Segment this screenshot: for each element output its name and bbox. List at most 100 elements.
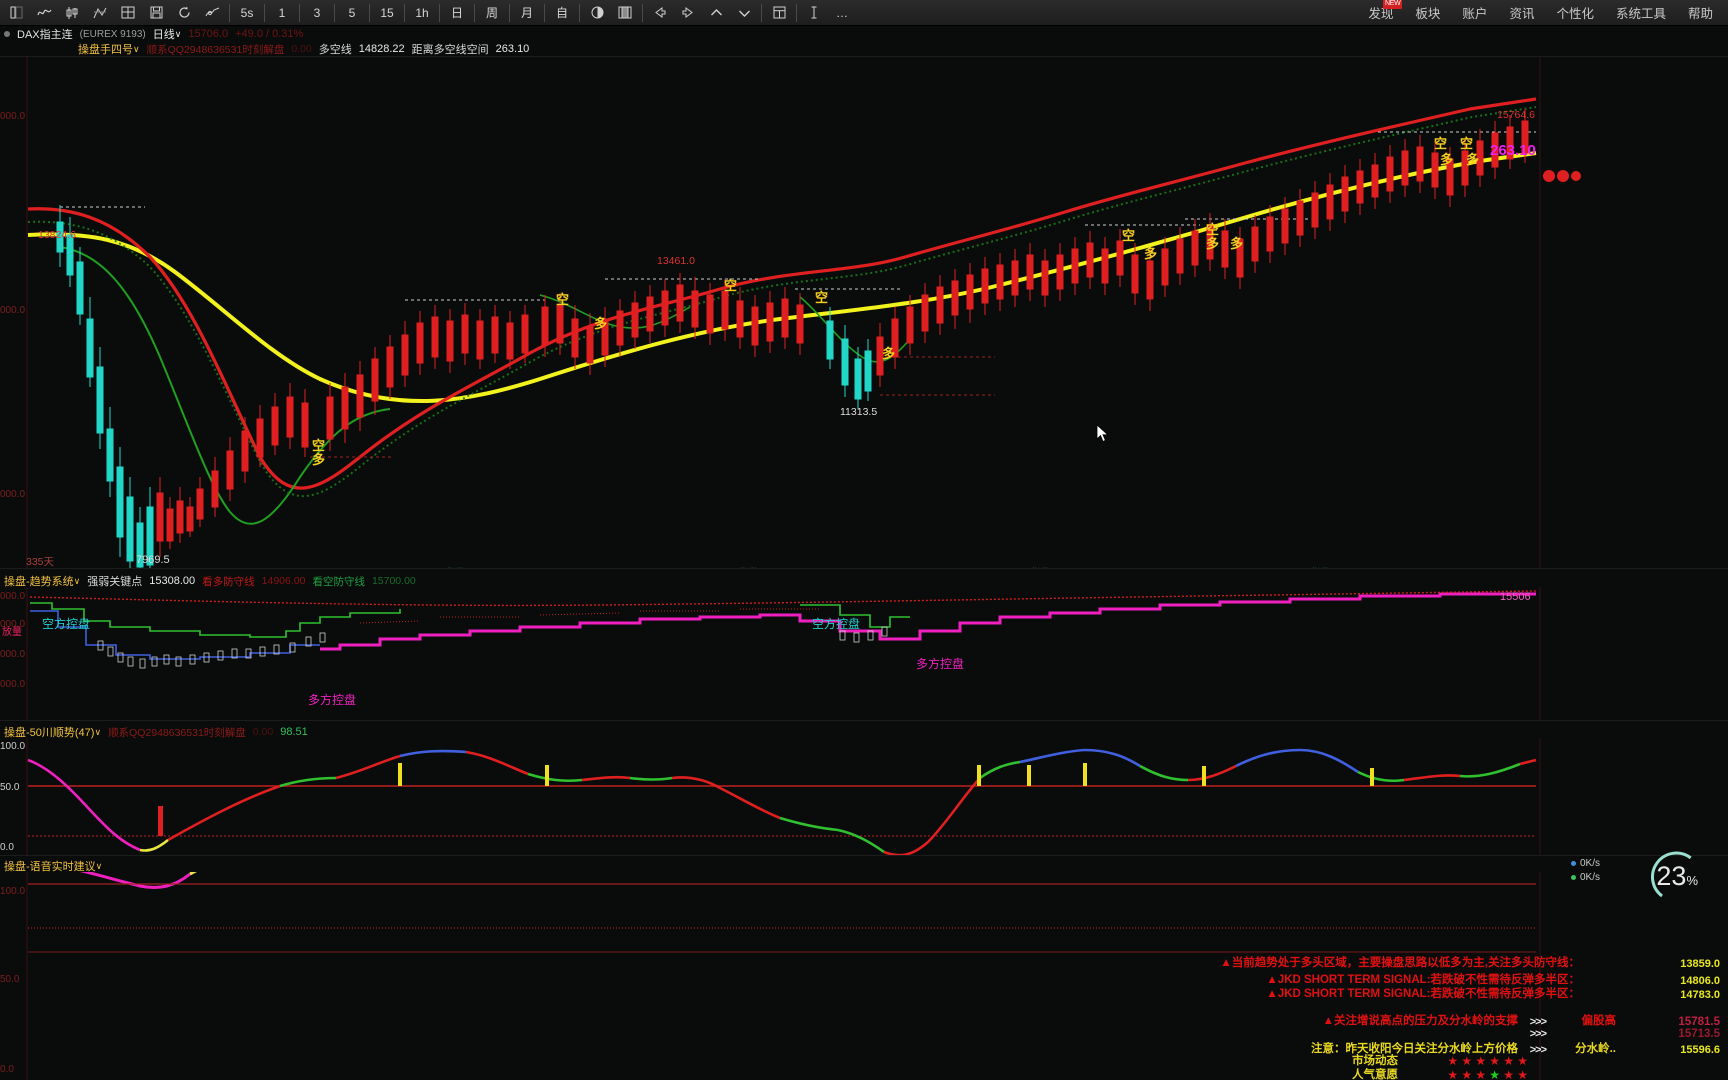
compare-icon[interactable] [199,1,225,25]
indicator-icon[interactable] [87,1,113,25]
rating-stars-1: ★ ★ ★ ★ ★ ★ [1447,1068,1528,1080]
svg-text:50.0: 50.0 [0,782,20,793]
chevron-down-icon: ∨ [73,576,81,586]
duokong-line-value: 14828.22 [358,43,405,55]
next-icon[interactable] [675,1,701,25]
indicator-vendor-value: 0.00 [291,43,312,55]
star-icon: ★ [1447,1054,1459,1068]
network-download-value: 0K/s [1579,871,1600,883]
period-15min[interactable]: 15 [374,1,400,25]
network-upload-value: 0K/s [1579,857,1600,869]
svg-text:000.0: 000.0 [0,489,25,500]
period-5min[interactable]: 5 [339,1,365,25]
main-toolbar: 5s 1 3 5 15 1h 日 周 月 自 … 发现 NEW 板块 账户 资讯… [0,0,1728,26]
oscillator-plot[interactable]: 100.0 50.0 0.0 [0,738,1728,873]
period-5s[interactable]: 5s [234,1,260,25]
symbol-name[interactable]: DAX指主连 [17,26,73,42]
period-monthly[interactable]: 月 [514,1,540,25]
symbol-dot-icon [4,31,10,37]
split-view-icon[interactable] [584,1,610,25]
star-icon: ★ [1461,1068,1473,1080]
svg-text:000.0: 000.0 [0,649,25,660]
toolbar-divider [642,3,643,22]
voice-advice-panel[interactable]: 操盘-语音实时建议∨ 100.0 50.0 0.0 分析 系统 实时量能监控 [0,851,1728,1080]
toolbar-divider [796,3,797,22]
menu-help[interactable]: 帮助 [1677,0,1724,26]
trading-app-window: 5s 1 3 5 15 1h 日 周 月 自 … 发现 NEW 板块 账户 资讯… [0,0,1728,1080]
refresh-icon[interactable] [171,1,197,25]
sidebar-icon[interactable] [3,1,29,25]
duokong-line-label: 多空线 [318,44,352,56]
main-chart-panel[interactable]: 000.0 000.0 000.0 13824.6 13461.0 11313.… [0,56,1728,577]
menu-personalize[interactable]: 个性化 [1545,0,1605,26]
rating-stars-0: ★ ★ ★ ★ ★ ★ [1447,1054,1528,1068]
period-selector[interactable]: 日线∨ [153,26,182,42]
upload-dot-icon [1570,860,1576,866]
last-price: 15706.0 [188,28,229,40]
chevron-down-icon: ∨ [95,861,103,871]
advisory-line-2: ▲JKD SHORT TERM SIGNAL:若跌破不性需待反弹多半区： [1266,988,1580,1000]
toolbar-divider [509,3,510,22]
new-badge: NEW [1382,0,1403,9]
period-3min[interactable]: 3 [304,1,330,25]
menu-system-tools[interactable]: 系统工具 [1605,0,1677,26]
svg-text:0.0: 0.0 [0,1064,14,1075]
star-icon: ★ [1503,1068,1515,1080]
star-icon: ★ [1517,1054,1528,1068]
grid-icon[interactable] [115,1,141,25]
advisory-panel: ▲当前趋势处于多头区域，主要操盘思路以低多为主,关注多头防守线： 13859.0… [1168,945,1728,1080]
prev-icon[interactable] [647,1,673,25]
advisory-price-2: 14783.0 [1680,989,1720,1001]
menu-news[interactable]: 资讯 [1498,0,1545,26]
svg-text:50.0: 50.0 [0,974,20,985]
toolbar-divider [579,3,580,22]
multi-view-icon[interactable] [612,1,638,25]
menu-account[interactable]: 账户 [1451,0,1498,26]
period-1hour[interactable]: 1h [409,1,435,25]
star-icon: ★ [1489,1054,1501,1068]
more-icon[interactable]: … [829,1,855,25]
toolbar-divider [334,3,335,22]
svg-text:000.0: 000.0 [0,305,25,316]
line-chart-icon[interactable] [31,1,57,25]
candle-icon[interactable] [59,1,85,25]
period-daily[interactable]: 日 [444,1,470,25]
save-icon[interactable] [143,1,169,25]
network-download-row: 0K/s [1570,870,1600,884]
trend-plot[interactable]: 000.0 000.0 000.0 000.0 [0,587,1728,739]
toolbar-divider [369,3,370,22]
star-icon: ★ [1447,1068,1459,1080]
down-icon[interactable] [731,1,757,25]
period-custom[interactable]: 自 [549,1,575,25]
period-weekly[interactable]: 周 [479,1,505,25]
osc-vendor-value: 0.00 [252,726,274,738]
indicator-selector[interactable]: 操盘手四号∨ [78,41,140,57]
advisory-tag-3: 偏股高 [1581,1015,1617,1027]
up-icon[interactable] [703,1,729,25]
toolbar-divider [404,3,405,22]
network-upload-row: 0K/s [1570,856,1600,870]
svg-text:0.0: 0.0 [0,842,14,853]
advisory-tag-4: 15713.5 [1678,1028,1720,1040]
menu-discover[interactable]: 发现 NEW [1357,0,1404,26]
advisory-price-1: 14806.0 [1680,975,1720,987]
oscillator-panel[interactable]: 操盘-50川顺势(47)∨ 顺系QQ2948636531时刻解盘 0.00 98… [0,720,1728,873]
toolbar-left-group: 5s 1 3 5 15 1h 日 周 月 自 … [0,0,856,26]
star-icon: ★ [1489,1068,1501,1080]
vertical-icon[interactable] [801,1,827,25]
top-menu-bar: 发现 NEW 板块 账户 资讯 个性化 系统工具 帮助 [1357,0,1728,26]
trend-system-panel[interactable]: 操盘-趋势系统∨ 强弱关键点 15308.00 看多防守线 14906.00 看… [0,568,1728,739]
advisory-tag-5: 分水岭.. [1575,1043,1616,1055]
toolbar-divider [474,3,475,22]
advisory-price-3: 15781.5 [1678,1016,1720,1028]
svg-text:000.0: 000.0 [0,679,25,690]
layout-icon[interactable] [766,1,792,25]
network-status: 0K/s 0K/s [1570,856,1600,884]
period-1min[interactable]: 1 [269,1,295,25]
toolbar-divider [229,3,230,22]
menu-sectors[interactable]: 板块 [1404,0,1451,26]
cpu-percent-unit: % [1686,873,1698,888]
main-chart-plot[interactable]: 000.0 000.0 000.0 [0,57,1728,569]
chevron-down-icon: ∨ [133,44,140,54]
candlestick-series [56,109,1529,569]
